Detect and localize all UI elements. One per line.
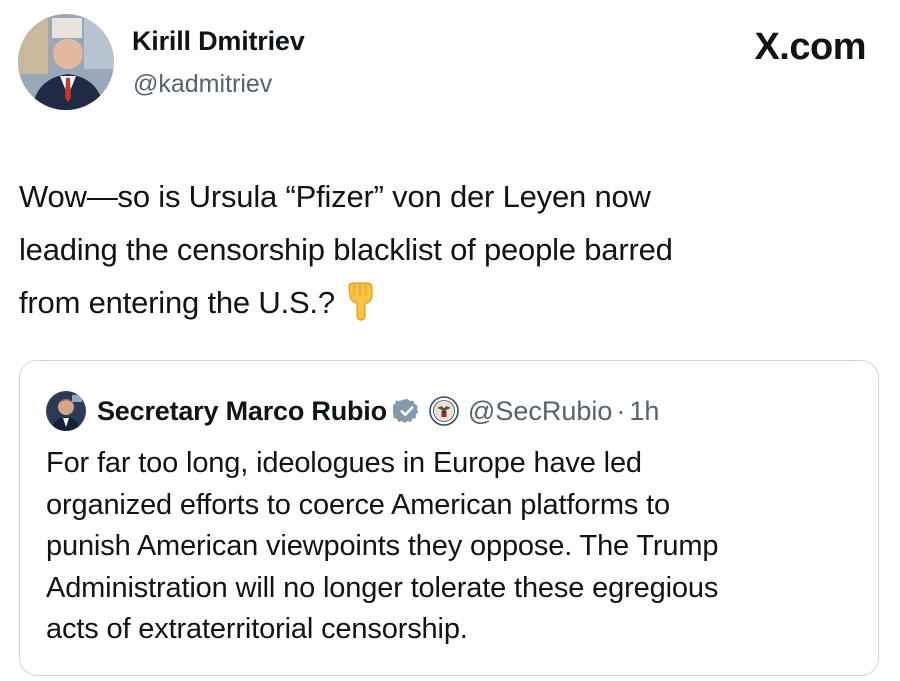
- tweet-line: Wow—so is Ursula “Pfizer” von der Leyen …: [19, 179, 651, 214]
- quoted-tweet-line: acts of extraterritorial censorship.: [46, 613, 468, 645]
- tweet-text: Wow—so is Ursula “Pfizer” von der Leyen …: [19, 170, 879, 329]
- quoted-tweet-line: Administration will no longer tolerate t…: [46, 571, 719, 604]
- quoted-tweet-text: For far too long, ideologues in Europe h…: [46, 443, 846, 651]
- quoted-author-handle[interactable]: @SecRubio: [468, 396, 612, 427]
- author-avatar[interactable]: [18, 14, 114, 110]
- verified-icon: [390, 397, 421, 425]
- tweet-line: leading the censorship blacklist of peop…: [19, 232, 673, 267]
- quoted-tweet-timestamp[interactable]: 1h: [629, 396, 659, 427]
- quoted-tweet-line: organized efforts to coerce American pla…: [46, 488, 670, 521]
- author-name[interactable]: Kirill Dmitriev: [132, 26, 305, 57]
- quoted-author-avatar[interactable]: [46, 391, 86, 431]
- quoted-tweet-line: For far too long, ideologues in Europe h…: [46, 447, 642, 479]
- author-handle[interactable]: @kadmitriev: [133, 70, 272, 99]
- quoted-tweet-header: Secretary Marco Rubio @SecRubio · 1h: [46, 391, 659, 431]
- quoted-tweet-card[interactable]: Secretary Marco Rubio @SecRubio · 1h For…: [19, 360, 879, 676]
- pointing-down-emoji-icon: [345, 281, 377, 321]
- tweet-line: from entering the U.S.?: [19, 276, 879, 329]
- quoted-tweet-line: punish American viewpoints they oppose. …: [46, 530, 719, 562]
- site-label: X.com: [754, 26, 866, 68]
- separator-dot: ·: [616, 395, 626, 426]
- state-department-seal-icon: [429, 396, 459, 426]
- quoted-author-name[interactable]: Secretary Marco Rubio: [97, 396, 387, 427]
- tweet-line-text: from entering the U.S.?: [19, 285, 335, 320]
